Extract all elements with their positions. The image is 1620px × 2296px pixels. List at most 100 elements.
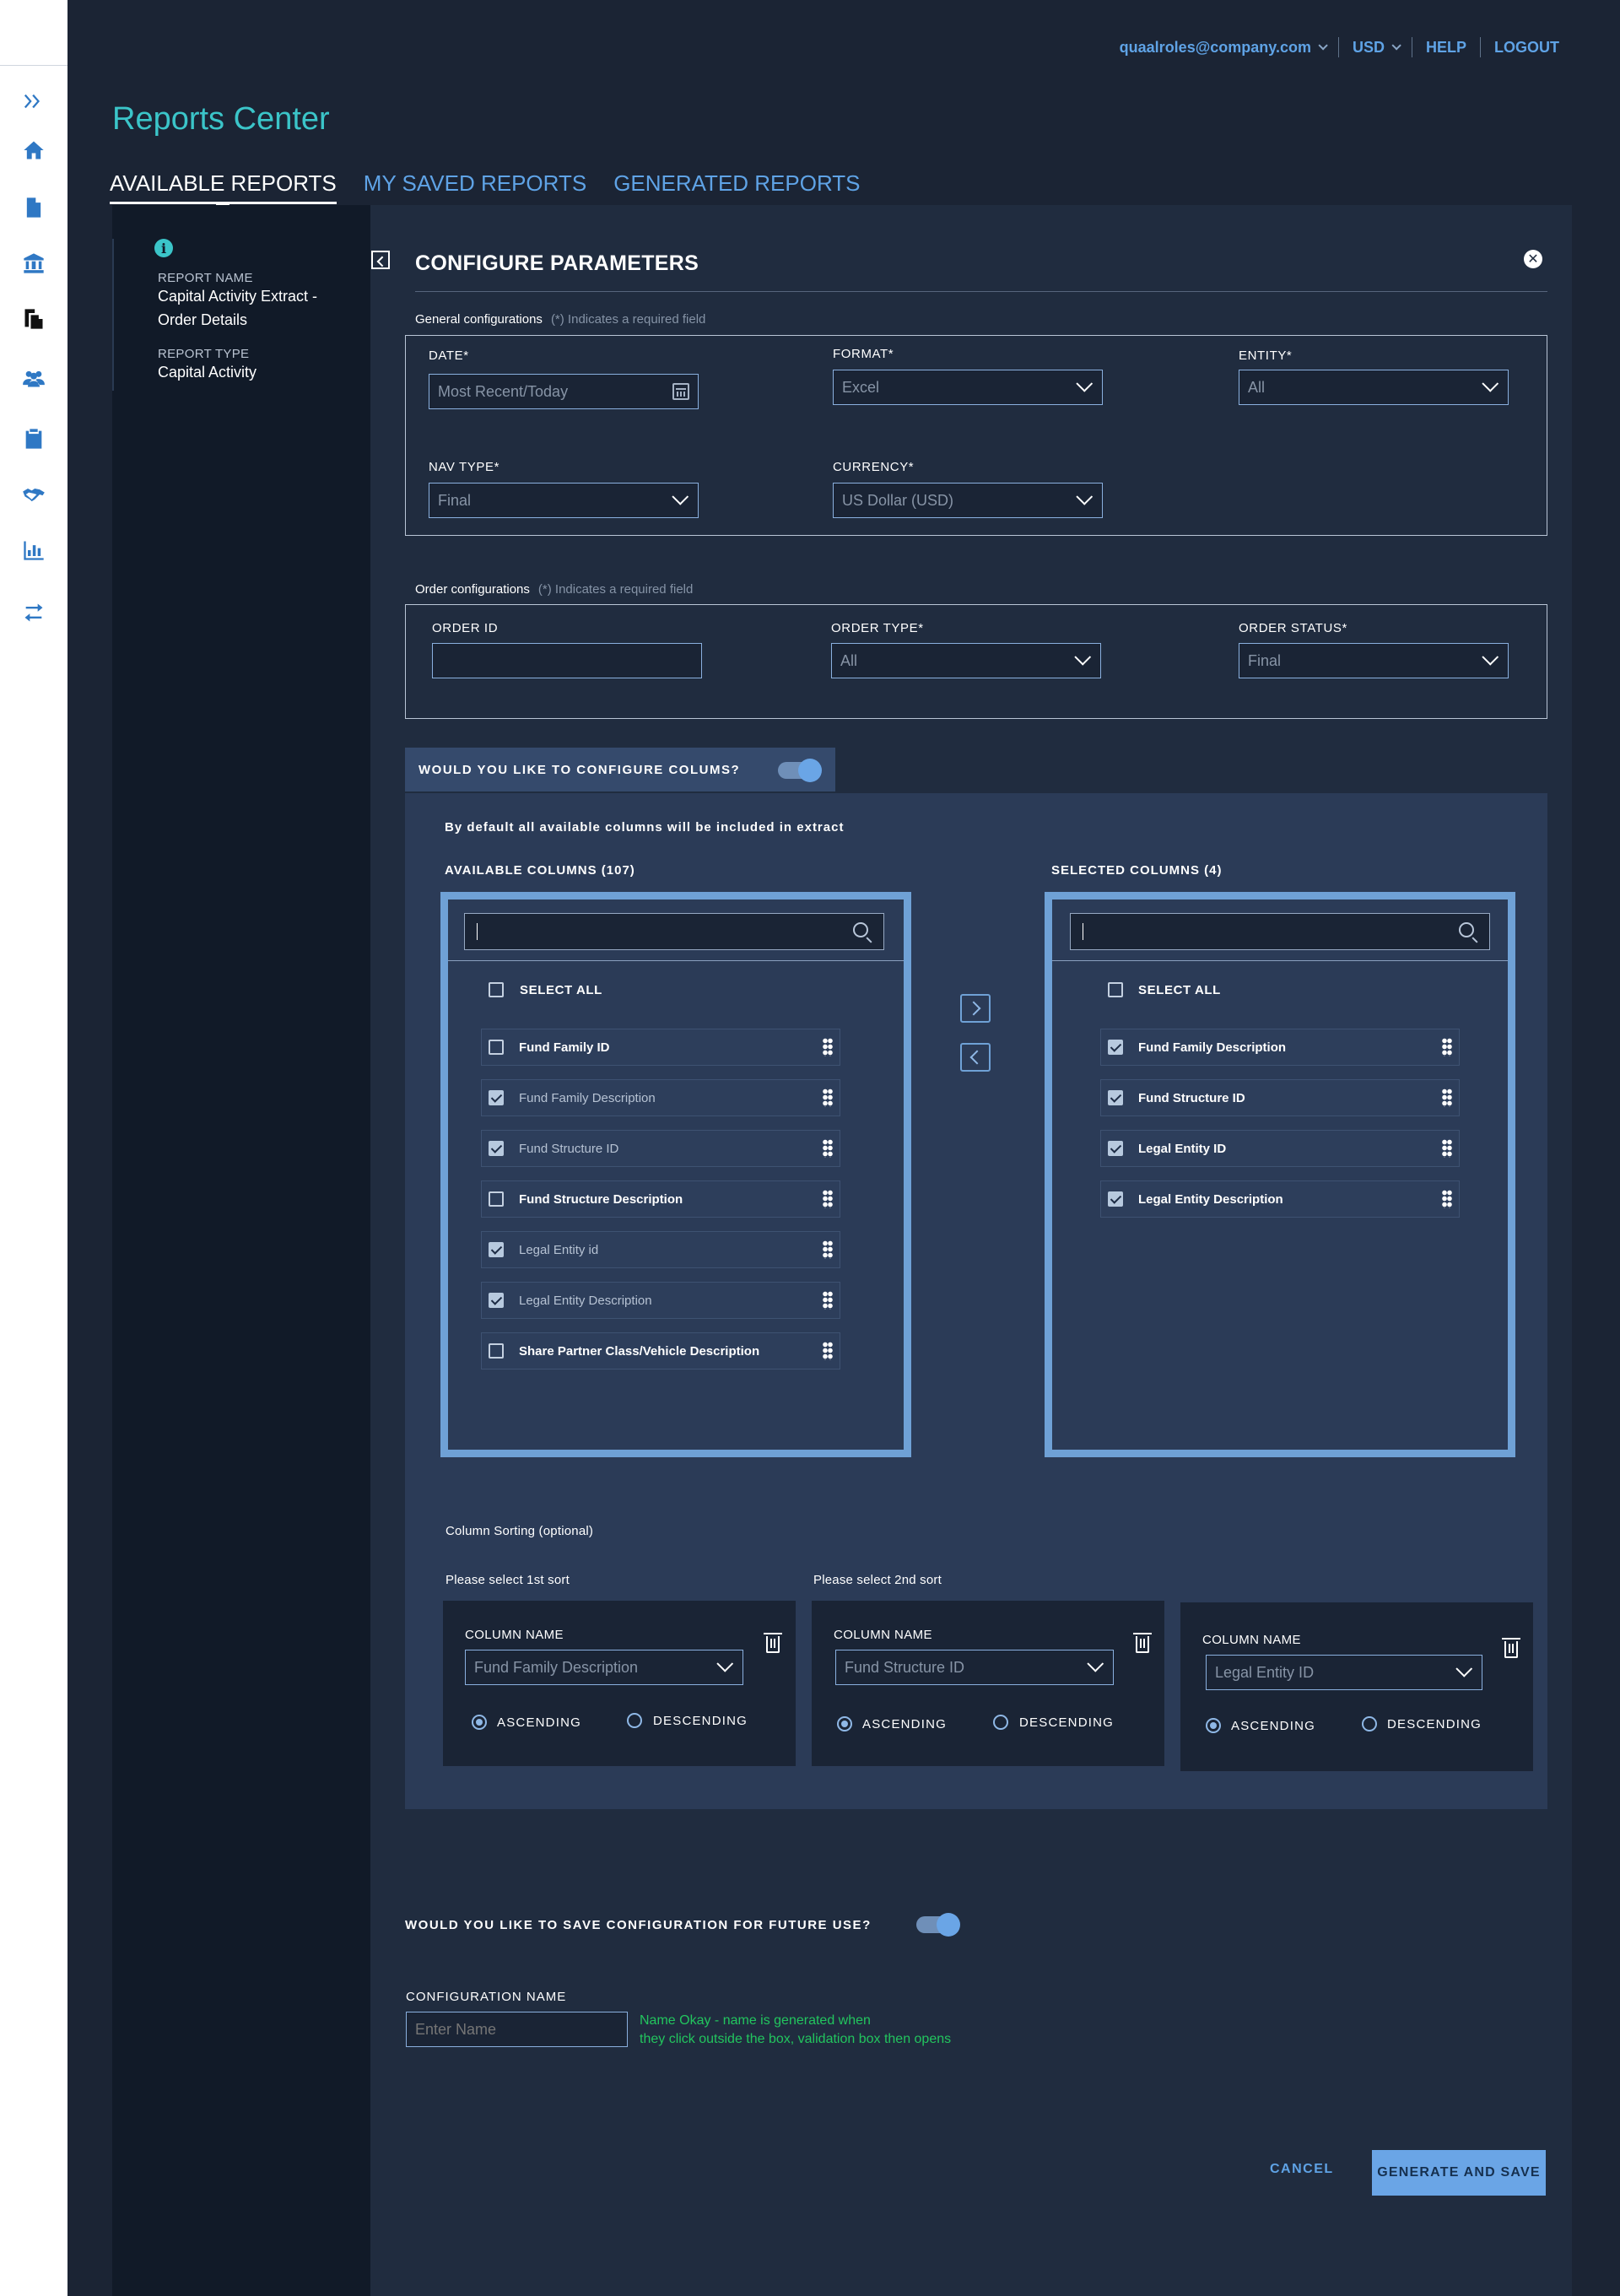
ascending-radio[interactable] <box>837 1716 852 1731</box>
trash-icon[interactable] <box>764 1633 782 1653</box>
trash-icon[interactable] <box>1133 1633 1152 1653</box>
ascending-radio[interactable] <box>472 1715 487 1730</box>
search-icon[interactable] <box>1459 922 1474 937</box>
currency-select-value: US Dollar (USD) <box>842 491 954 509</box>
selected-column-row[interactable]: Legal Entity ID <box>1100 1130 1460 1167</box>
select-all-checkbox[interactable] <box>1108 982 1123 997</box>
users-icon[interactable] <box>20 365 47 392</box>
available-columns-list <box>440 892 911 1457</box>
column-checkbox[interactable] <box>1108 1040 1123 1055</box>
column-checkbox[interactable] <box>1108 1191 1123 1207</box>
help-link[interactable]: HELP <box>1411 37 1480 57</box>
move-left-button[interactable] <box>960 1043 991 1072</box>
home-icon[interactable] <box>20 137 47 164</box>
currency-menu[interactable]: USD <box>1337 37 1412 57</box>
close-icon[interactable]: ✕ <box>1524 250 1542 268</box>
drag-handle-icon[interactable] <box>1442 1089 1452 1107</box>
bar-chart-icon[interactable] <box>20 537 47 564</box>
trash-icon[interactable] <box>1502 1638 1520 1658</box>
handshake-icon[interactable] <box>20 481 47 508</box>
drag-handle-icon[interactable] <box>823 1291 833 1310</box>
selected-column-row[interactable]: Fund Structure ID <box>1100 1079 1460 1116</box>
ascending-label: ASCENDING <box>1231 1719 1315 1733</box>
chevron-right-icon <box>966 1001 981 1016</box>
currency-value: USD <box>1352 38 1385 56</box>
bank-icon[interactable] <box>20 250 47 277</box>
available-column-row[interactable]: Fund Structure ID <box>481 1130 840 1167</box>
selected-column-row[interactable]: Fund Family Description <box>1100 1029 1460 1066</box>
order-status-select[interactable]: Final <box>1239 643 1509 678</box>
column-checkbox[interactable] <box>1108 1141 1123 1156</box>
list-divider <box>448 960 904 961</box>
move-right-button[interactable] <box>960 994 991 1023</box>
tab-my-saved-reports[interactable]: MY SAVED REPORTS <box>364 170 586 204</box>
descending-radio[interactable] <box>1362 1716 1377 1731</box>
second-sort-label: Please select 2nd sort <box>813 1573 942 1587</box>
column-name-label: COLUMN NAME <box>465 1628 564 1642</box>
cancel-button[interactable]: CANCEL <box>1270 2162 1334 2177</box>
column-checkbox[interactable] <box>489 1090 504 1105</box>
drag-handle-icon[interactable] <box>823 1342 833 1360</box>
clipboard-icon[interactable] <box>20 425 47 452</box>
descending-radio[interactable] <box>627 1713 642 1728</box>
select-all-checkbox[interactable] <box>489 982 504 997</box>
available-column-row[interactable]: Legal Entity Description <box>481 1282 840 1319</box>
column-checkbox[interactable] <box>1108 1090 1123 1105</box>
order-id-input[interactable] <box>432 643 702 678</box>
drag-handle-icon[interactable] <box>1442 1038 1452 1056</box>
available-column-row[interactable]: Fund Family Description <box>481 1079 840 1116</box>
order-type-select[interactable]: All <box>831 643 1101 678</box>
tab-generated-reports[interactable]: GENERATED REPORTS <box>613 170 860 204</box>
sort-column-select[interactable]: Legal Entity ID <box>1206 1655 1482 1690</box>
generate-and-save-button[interactable]: GENERATE AND SAVE <box>1372 2150 1546 2196</box>
logout-link[interactable]: LOGOUT <box>1480 37 1573 57</box>
currency-select[interactable]: US Dollar (USD) <box>833 483 1103 518</box>
column-checkbox[interactable] <box>489 1141 504 1156</box>
search-icon[interactable] <box>853 922 868 937</box>
tab-available-reports[interactable]: AVAILABLE REPORTS <box>110 170 337 204</box>
drag-handle-icon[interactable] <box>823 1190 833 1208</box>
configure-columns-toggle[interactable] <box>778 759 822 782</box>
drag-handle-icon[interactable] <box>823 1038 833 1056</box>
info-icon[interactable]: i <box>154 239 173 257</box>
nav-type-select[interactable]: Final <box>429 483 699 518</box>
drag-handle-icon[interactable] <box>823 1240 833 1259</box>
configure-columns-question: WOULD YOU LIKE TO CONFIGURE COLUMS? <box>418 762 741 777</box>
available-search-input[interactable] <box>464 913 884 950</box>
available-column-row[interactable]: Fund Structure Description <box>481 1180 840 1218</box>
drag-handle-icon[interactable] <box>1442 1190 1452 1208</box>
transfer-icon[interactable] <box>20 599 47 626</box>
copy-documents-icon[interactable] <box>20 305 47 332</box>
column-checkbox[interactable] <box>489 1040 504 1055</box>
save-config-toggle[interactable] <box>916 1913 960 1937</box>
toggle-knob <box>937 1913 960 1937</box>
selected-search-input[interactable] <box>1070 913 1490 950</box>
column-checkbox[interactable] <box>489 1343 504 1359</box>
available-column-row[interactable]: Legal Entity id <box>481 1231 840 1268</box>
drag-handle-icon[interactable] <box>823 1139 833 1158</box>
entity-select[interactable]: All <box>1239 370 1509 405</box>
nav-type-label: NAV TYPE* <box>429 460 500 474</box>
column-checkbox[interactable] <box>489 1293 504 1308</box>
sort-column-select[interactable]: Fund Structure ID <box>835 1650 1114 1685</box>
column-checkbox[interactable] <box>489 1191 504 1207</box>
ascending-radio[interactable] <box>1206 1718 1221 1733</box>
available-column-row[interactable]: Share Partner Class/Vehicle Description <box>481 1332 840 1369</box>
user-menu[interactable]: quaalroles@company.com <box>1106 37 1338 57</box>
descending-radio[interactable] <box>993 1715 1008 1730</box>
sort-column-select[interactable]: Fund Family Description <box>465 1650 743 1685</box>
drag-handle-icon[interactable] <box>1442 1139 1452 1158</box>
column-checkbox[interactable] <box>489 1242 504 1257</box>
collapse-panel-icon[interactable] <box>371 251 390 269</box>
selected-column-row[interactable]: Legal Entity Description <box>1100 1180 1460 1218</box>
drag-handle-icon[interactable] <box>823 1089 833 1107</box>
column-name-label: COLUMN NAME <box>1202 1633 1301 1647</box>
document-icon[interactable] <box>20 194 47 221</box>
format-select[interactable]: Excel <box>833 370 1103 405</box>
config-name-input[interactable] <box>406 2012 628 2047</box>
available-column-row[interactable]: Fund Family ID <box>481 1029 840 1066</box>
text-caret <box>477 923 478 940</box>
date-field[interactable]: Most Recent/Today <box>429 374 699 409</box>
expand-icon[interactable] <box>20 88 47 115</box>
calendar-icon[interactable] <box>672 383 689 400</box>
